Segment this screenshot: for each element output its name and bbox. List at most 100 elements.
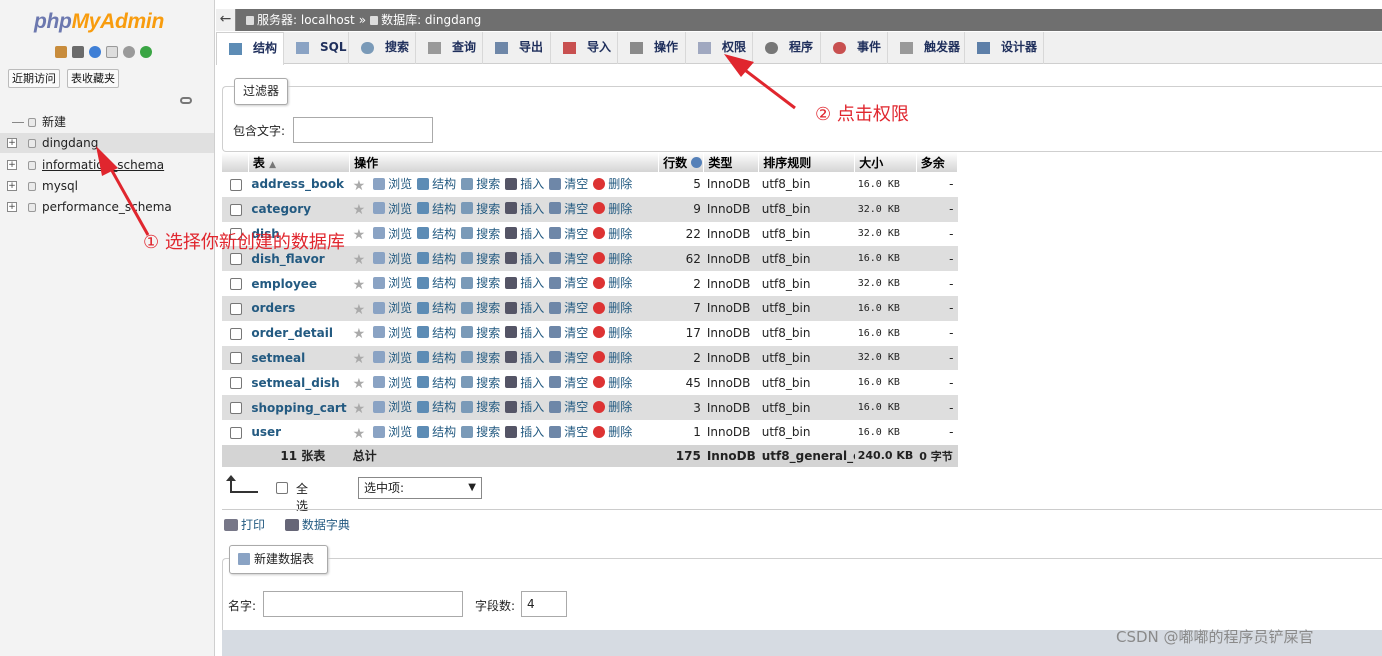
row-checkbox[interactable] — [230, 178, 242, 191]
action-structure[interactable]: 结构 — [417, 175, 456, 192]
row-checkbox[interactable] — [230, 302, 242, 315]
table-name-input[interactable] — [263, 591, 463, 617]
action-empty[interactable]: 清空 — [549, 398, 588, 415]
favorite-star-icon[interactable]: ★ — [353, 252, 366, 268]
action-structure[interactable]: 结构 — [417, 274, 456, 291]
action-structure[interactable]: 结构 — [417, 250, 456, 267]
action-insert[interactable]: 插入 — [505, 225, 544, 242]
tab-structure[interactable]: 结构 — [216, 32, 284, 65]
tab-export[interactable]: 导出 — [483, 32, 551, 64]
action-browse[interactable]: 浏览 — [373, 398, 412, 415]
table-name-link[interactable]: employee — [251, 277, 317, 291]
table-name-link[interactable]: category — [251, 202, 311, 216]
help-icon[interactable] — [89, 46, 101, 58]
action-structure[interactable]: 结构 — [417, 200, 456, 217]
action-empty[interactable]: 清空 — [549, 349, 588, 366]
action-empty[interactable]: 清空 — [549, 374, 588, 391]
action-empty[interactable]: 清空 — [549, 200, 588, 217]
action-structure[interactable]: 结构 — [417, 225, 456, 242]
favorites-tab[interactable]: 表收藏夹 — [67, 69, 119, 88]
header-type[interactable]: 类型 — [703, 152, 760, 172]
action-browse[interactable]: 浏览 — [373, 374, 412, 391]
action-drop[interactable]: 删除 — [593, 250, 632, 267]
action-drop[interactable]: 删除 — [593, 274, 632, 291]
action-search[interactable]: 搜索 — [461, 200, 500, 217]
action-search[interactable]: 搜索 — [461, 274, 500, 291]
action-search[interactable]: 搜索 — [461, 175, 500, 192]
expand-icon[interactable]: + — [7, 138, 17, 148]
action-search[interactable]: 搜索 — [461, 398, 500, 415]
action-insert[interactable]: 插入 — [505, 274, 544, 291]
action-search[interactable]: 搜索 — [461, 250, 500, 267]
tab-operations[interactable]: 操作 — [618, 32, 686, 64]
header-overhead[interactable]: 多余 — [916, 152, 959, 172]
row-checkbox[interactable] — [230, 377, 242, 390]
action-browse[interactable]: 浏览 — [373, 200, 412, 217]
row-checkbox[interactable] — [230, 278, 242, 291]
row-checkbox[interactable] — [230, 253, 242, 266]
action-structure[interactable]: 结构 — [417, 299, 456, 316]
action-insert[interactable]: 插入 — [505, 398, 544, 415]
action-insert[interactable]: 插入 — [505, 250, 544, 267]
favorite-star-icon[interactable]: ★ — [353, 426, 366, 442]
column-count-input[interactable]: 4 — [521, 591, 567, 617]
action-drop[interactable]: 删除 — [593, 398, 632, 415]
tab-query[interactable]: 查询 — [416, 32, 483, 64]
action-structure[interactable]: 结构 — [417, 423, 456, 440]
table-name-link[interactable]: user — [251, 425, 281, 439]
favorite-star-icon[interactable]: ★ — [353, 401, 366, 417]
action-browse[interactable]: 浏览 — [373, 423, 412, 440]
phpmyadmin-logo[interactable]: phpMyAdmin — [34, 10, 164, 34]
action-empty[interactable]: 清空 — [549, 324, 588, 341]
action-insert[interactable]: 插入 — [505, 349, 544, 366]
action-drop[interactable]: 删除 — [593, 423, 632, 440]
header-table[interactable]: 表 ▲ — [248, 152, 351, 172]
action-browse[interactable]: 浏览 — [373, 274, 412, 291]
home-icon[interactable] — [55, 46, 67, 58]
favorite-star-icon[interactable]: ★ — [353, 376, 366, 392]
favorite-star-icon[interactable]: ★ — [353, 227, 366, 243]
row-checkbox[interactable] — [230, 327, 242, 340]
gear-icon[interactable] — [123, 46, 135, 58]
breadcrumb-server[interactable]: 服务器: localhost — [257, 13, 355, 27]
help-icon[interactable] — [691, 156, 703, 168]
print-link[interactable]: 打印 — [224, 516, 273, 533]
action-drop[interactable]: 删除 — [593, 225, 632, 242]
action-empty[interactable]: 清空 — [549, 225, 588, 242]
favorite-star-icon[interactable]: ★ — [353, 302, 366, 318]
tree-db-dingdang[interactable]: + dingdang — [0, 133, 214, 153]
action-browse[interactable]: 浏览 — [373, 324, 412, 341]
tab-triggers[interactable]: 触发器 — [888, 32, 965, 64]
action-search[interactable]: 搜索 — [461, 349, 500, 366]
action-structure[interactable]: 结构 — [417, 324, 456, 341]
expand-icon[interactable]: + — [7, 160, 17, 170]
row-checkbox[interactable] — [230, 203, 242, 216]
table-name-link[interactable]: setmeal_dish — [251, 376, 339, 390]
tab-designer[interactable]: 设计器 — [965, 32, 1044, 64]
action-empty[interactable]: 清空 — [549, 175, 588, 192]
logout-icon[interactable] — [72, 46, 84, 58]
row-checkbox[interactable] — [230, 426, 242, 439]
action-empty[interactable]: 清空 — [549, 250, 588, 267]
action-empty[interactable]: 清空 — [549, 423, 588, 440]
row-checkbox[interactable] — [230, 402, 242, 415]
collapse-nav-button[interactable]: ← — [216, 9, 236, 31]
action-search[interactable]: 搜索 — [461, 423, 500, 440]
reload-icon[interactable] — [140, 46, 152, 58]
action-drop[interactable]: 删除 — [593, 324, 632, 341]
favorite-star-icon[interactable]: ★ — [353, 351, 366, 367]
favorite-star-icon[interactable]: ★ — [353, 326, 366, 342]
action-insert[interactable]: 插入 — [505, 200, 544, 217]
data-dictionary-link[interactable]: 数据字典 — [284, 516, 358, 533]
action-structure[interactable]: 结构 — [417, 398, 456, 415]
action-structure[interactable]: 结构 — [417, 349, 456, 366]
action-search[interactable]: 搜索 — [461, 374, 500, 391]
action-browse[interactable]: 浏览 — [373, 175, 412, 192]
action-structure[interactable]: 结构 — [417, 374, 456, 391]
row-checkbox[interactable] — [230, 352, 242, 365]
action-drop[interactable]: 删除 — [593, 175, 632, 192]
tab-import[interactable]: 导入 — [551, 32, 618, 64]
action-empty[interactable]: 清空 — [549, 299, 588, 316]
table-name-link[interactable]: shopping_cart — [251, 401, 346, 415]
header-collation[interactable]: 排序规则 — [758, 152, 856, 172]
